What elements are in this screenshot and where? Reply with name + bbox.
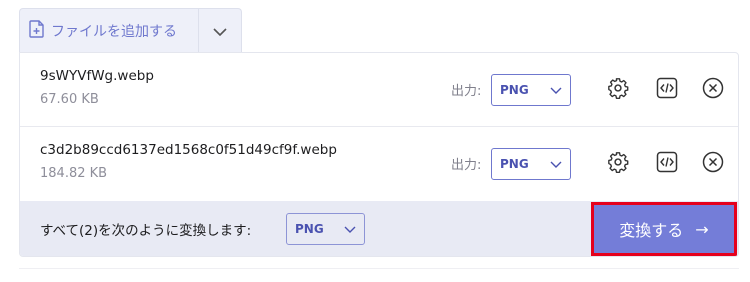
file-row: c3d2b89ccd6137ed1568c0f51d49cf9f.webp 18… bbox=[20, 127, 738, 201]
settings-button[interactable] bbox=[607, 151, 629, 177]
add-file-icon bbox=[29, 19, 45, 42]
file-list-panel: 9sWYVfWg.webp 67.60 KB 出力: PNG c3d2b89cc… bbox=[19, 52, 739, 257]
chevron-down-icon bbox=[344, 223, 356, 237]
output-label: 出力: bbox=[451, 158, 482, 173]
output-format-select[interactable]: PNG bbox=[491, 148, 571, 180]
file-row: 9sWYVfWg.webp 67.60 KB 出力: PNG bbox=[20, 53, 738, 127]
add-source-dropdown[interactable] bbox=[199, 9, 241, 52]
remove-file-button[interactable] bbox=[702, 151, 724, 177]
add-file-button[interactable]: ファイルを追加する bbox=[20, 9, 198, 52]
add-file-group: ファイルを追加する bbox=[19, 8, 242, 52]
close-circle-icon bbox=[702, 151, 724, 177]
convert-all-label: すべて(2)を次のように変換します: bbox=[40, 223, 252, 239]
output-format-value: PNG bbox=[500, 83, 529, 97]
convert-all-format-value: PNG bbox=[295, 222, 324, 236]
convert-button[interactable]: 変換する → bbox=[591, 202, 737, 256]
embed-code-button[interactable] bbox=[656, 151, 678, 177]
output-format-value: PNG bbox=[500, 157, 529, 171]
remove-file-button[interactable] bbox=[702, 77, 724, 103]
chevron-down-icon bbox=[550, 158, 562, 172]
chevron-down-icon bbox=[213, 21, 227, 40]
add-file-label: ファイルを追加する bbox=[51, 23, 177, 40]
arrow-right-icon: → bbox=[695, 219, 709, 239]
divider bbox=[19, 268, 739, 282]
convert-button-label: 変換する bbox=[619, 221, 684, 240]
gear-icon bbox=[607, 77, 629, 103]
convert-all-format-select[interactable]: PNG bbox=[286, 213, 365, 245]
close-circle-icon bbox=[702, 77, 724, 103]
convert-all-bar: すべて(2)を次のように変換します: PNG 変換する → bbox=[20, 201, 738, 256]
chevron-down-icon bbox=[550, 84, 562, 98]
file-name: 9sWYVfWg.webp bbox=[40, 68, 154, 84]
code-icon bbox=[656, 77, 678, 103]
file-size: 67.60 KB bbox=[40, 92, 99, 107]
gear-icon bbox=[607, 151, 629, 177]
output-format-select[interactable]: PNG bbox=[491, 74, 571, 106]
file-size: 184.82 KB bbox=[40, 166, 108, 181]
file-name: c3d2b89ccd6137ed1568c0f51d49cf9f.webp bbox=[40, 142, 337, 158]
settings-button[interactable] bbox=[607, 77, 629, 103]
embed-code-button[interactable] bbox=[656, 77, 678, 103]
code-icon bbox=[656, 151, 678, 177]
output-label: 出力: bbox=[451, 84, 482, 99]
